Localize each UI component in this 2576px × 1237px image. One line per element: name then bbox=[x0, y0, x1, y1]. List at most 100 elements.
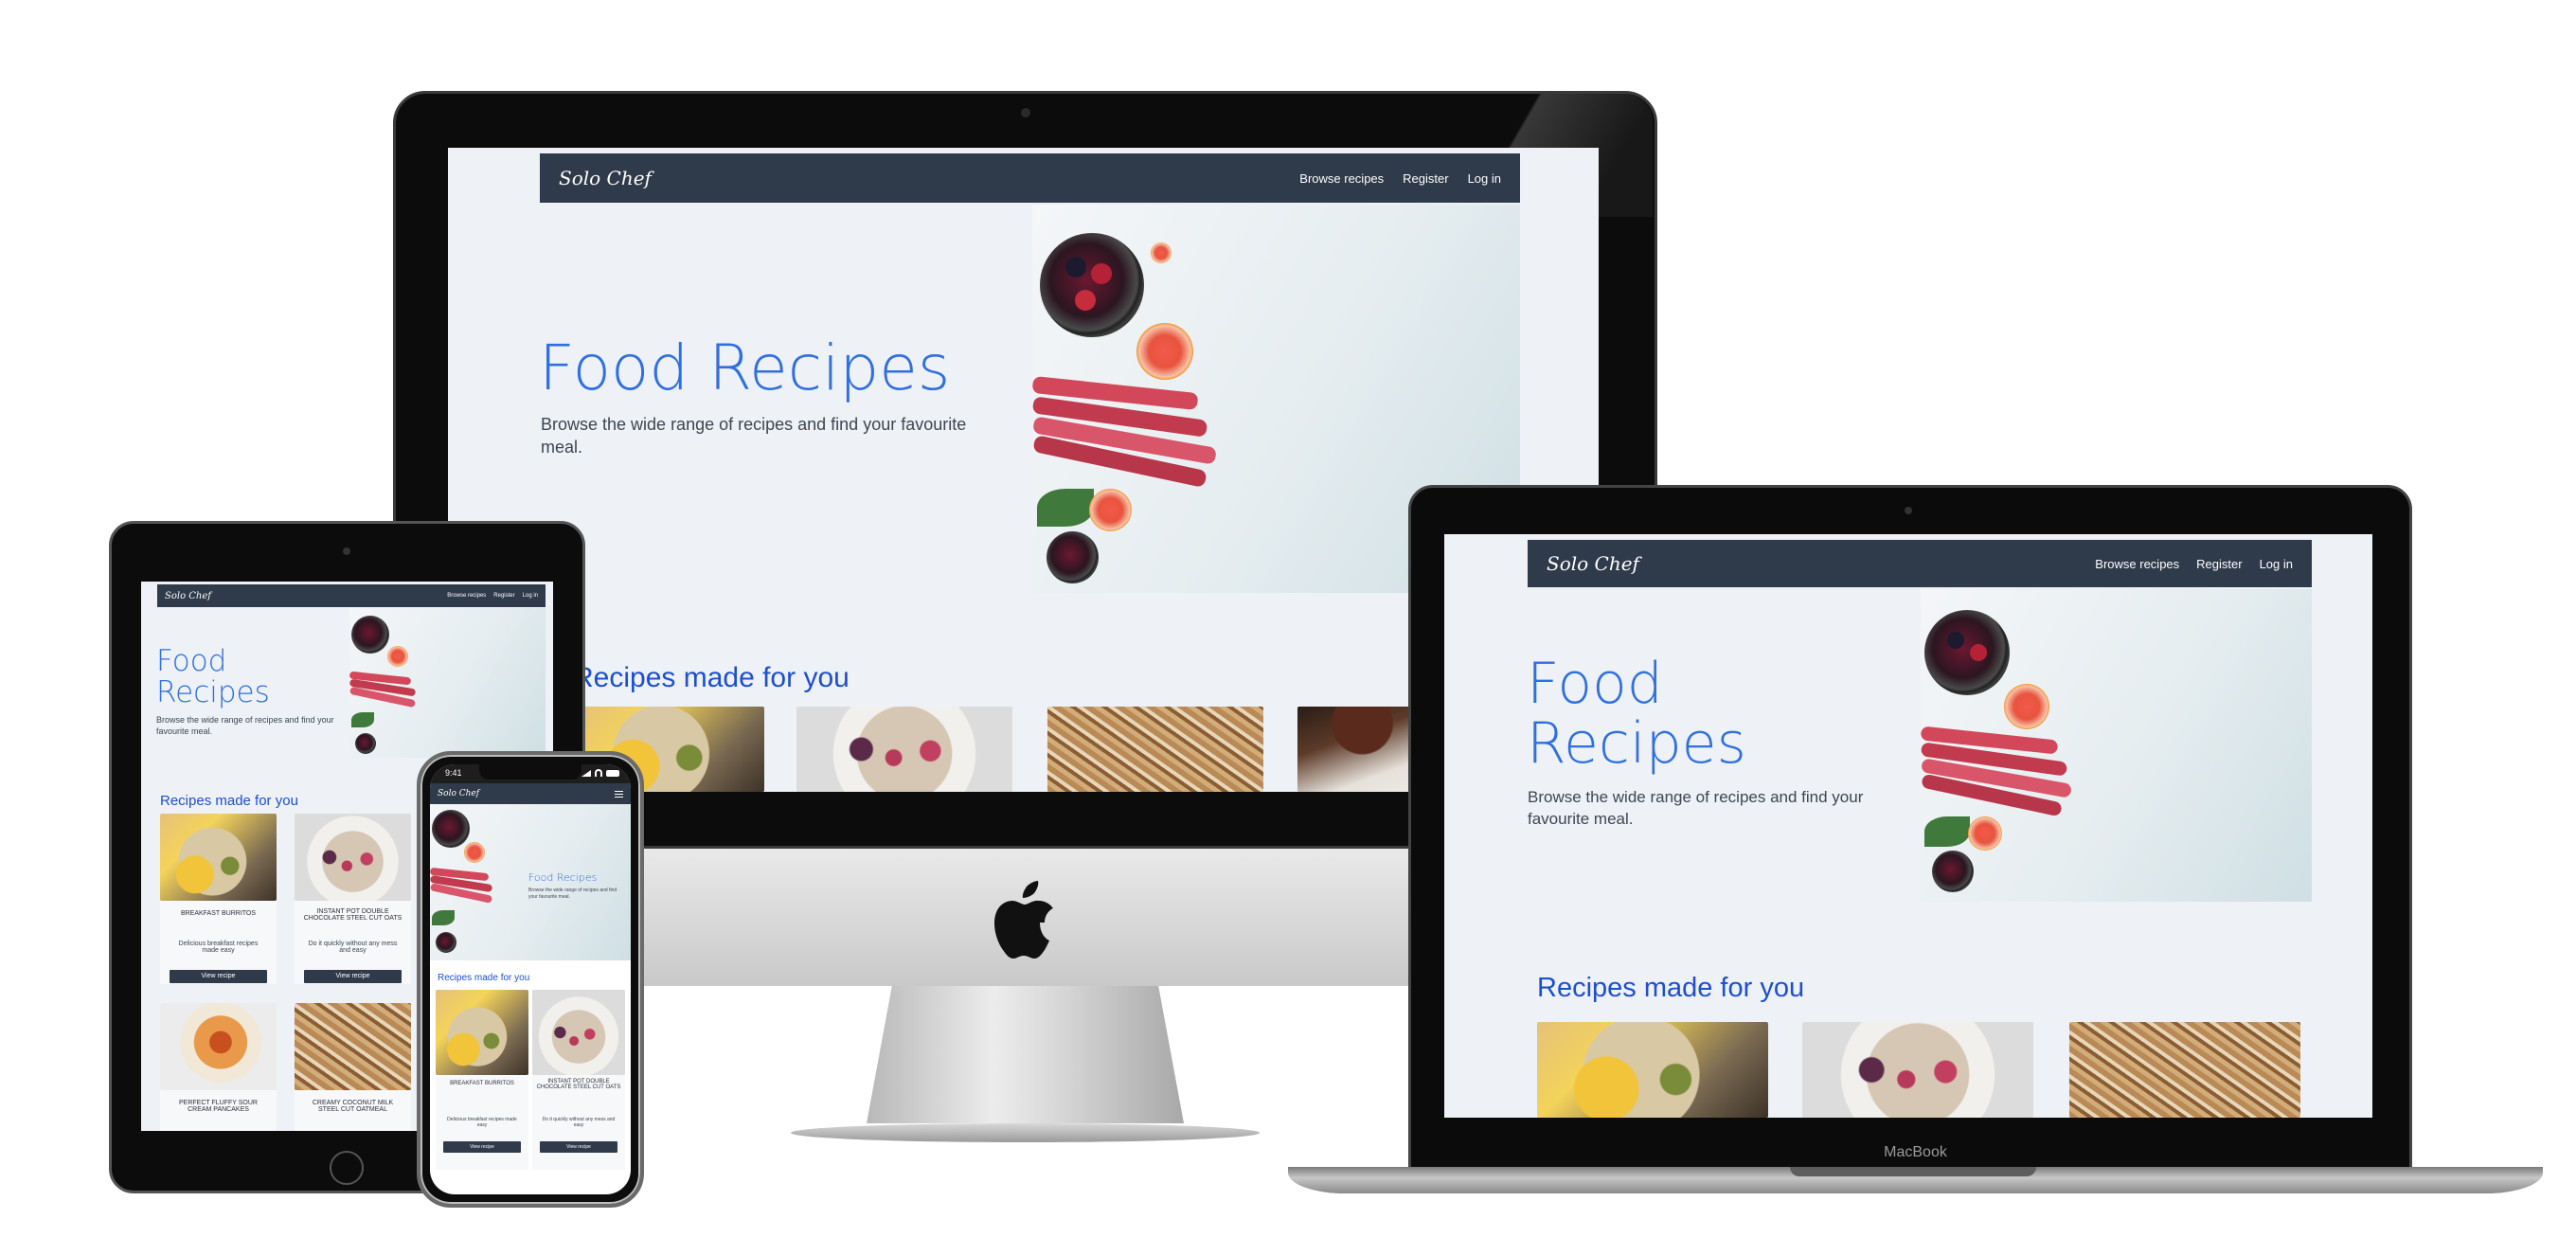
navbar: Solo Chef Browse recipes Register Log in bbox=[1528, 540, 2312, 587]
battery-icon bbox=[606, 770, 619, 777]
hero-subtitle: Browse the wide range of recipes and fin… bbox=[1528, 788, 1864, 828]
hero-image bbox=[349, 608, 546, 758]
nav-log-in[interactable]: Log in bbox=[1468, 171, 1501, 186]
recipe-card: INSTANT POT DOUBLE CHOCOLATE STEEL CUT O… bbox=[295, 814, 411, 984]
brand-logo[interactable]: Solo Chef bbox=[165, 591, 211, 601]
recipe-image-burrito[interactable] bbox=[1537, 1022, 1768, 1118]
section-title: Recipes made for you bbox=[1537, 973, 1805, 1003]
recipe-name: BREAKFAST BURRITOS bbox=[180, 910, 257, 917]
recipe-description: Delicious breakfast recipes made easy bbox=[178, 941, 259, 954]
recipe-card: CREAMY COCONUT MILK STEEL CUT OATMEAL bbox=[295, 1003, 411, 1131]
spice-bowl bbox=[1932, 851, 1974, 892]
macbook-label: MacBook bbox=[1884, 1144, 1947, 1160]
view-recipe-button[interactable]: View recipe bbox=[304, 970, 402, 983]
section-title: Recipes made for you bbox=[160, 793, 298, 809]
nav-log-in[interactable]: Log in bbox=[523, 593, 538, 599]
recipe-image-granola[interactable] bbox=[1047, 707, 1263, 792]
grapefruit-slice bbox=[1968, 816, 2002, 851]
berry bbox=[1075, 290, 1096, 311]
recipe-card: INSTANT POT DOUBLE CHOCOLATE STEEL CUT O… bbox=[532, 990, 625, 1170]
macbook-device: MacBook Solo Chef Browse recipes Registe… bbox=[1288, 481, 2543, 1196]
recipe-name: INSTANT POT DOUBLE CHOCOLATE STEEL CUT O… bbox=[303, 908, 402, 922]
hero-image: Food Recipes Browse the wide range of re… bbox=[430, 804, 631, 960]
leaf bbox=[1037, 489, 1094, 527]
leaf bbox=[351, 712, 374, 727]
nav-browse-recipes[interactable]: Browse recipes bbox=[2095, 557, 2179, 571]
berry bbox=[1947, 632, 1964, 649]
leaf bbox=[432, 910, 455, 925]
macbook-screen: Solo Chef Browse recipes Register Log in… bbox=[1444, 534, 2372, 1118]
recipe-description: Delicious breakfast recipes made easy bbox=[447, 1117, 517, 1128]
macbook-camera bbox=[1905, 507, 1912, 514]
hero-title: Food Recipes bbox=[156, 644, 270, 709]
nav-browse-recipes[interactable]: Browse recipes bbox=[447, 593, 486, 599]
leaf bbox=[1924, 816, 1970, 847]
recipe-image-pancake[interactable] bbox=[160, 1003, 277, 1090]
navbar: Solo Chef Browse recipes Register Log in bbox=[157, 584, 546, 607]
hero-subtitle: Browse the wide range of recipes and fin… bbox=[156, 715, 334, 737]
brand-logo[interactable]: Solo Chef bbox=[1547, 552, 1639, 575]
nav-register[interactable]: Register bbox=[493, 593, 514, 599]
nav-links: Browse recipes Register Log in bbox=[1299, 171, 1501, 186]
view-recipe-button[interactable]: View recipe bbox=[540, 1141, 617, 1153]
spice-bowl bbox=[436, 932, 456, 953]
section-title: Recipes made for you bbox=[573, 662, 850, 693]
imac-foot bbox=[791, 1123, 1260, 1142]
grapefruit-slice bbox=[464, 842, 485, 863]
navbar: Solo Chef bbox=[430, 783, 631, 804]
grapefruit-slice bbox=[387, 646, 408, 667]
recipe-image-oats[interactable] bbox=[1802, 1022, 2033, 1118]
phone-status-bar: 9:41 bbox=[430, 764, 631, 783]
recipe-image-burrito[interactable] bbox=[436, 990, 528, 1075]
recipe-card: BREAKFAST BURRITOS Delicious breakfast r… bbox=[160, 814, 277, 984]
berry-bowl bbox=[432, 810, 470, 848]
berry-bowl bbox=[1040, 233, 1144, 337]
nav-log-in[interactable]: Log in bbox=[2260, 557, 2293, 571]
brand-logo[interactable]: Solo Chef bbox=[438, 789, 479, 798]
berry-bowl bbox=[351, 616, 389, 654]
view-recipe-button[interactable]: View recipe bbox=[443, 1141, 521, 1153]
grapefruit-slice bbox=[1136, 323, 1193, 380]
hero-title: Food Recipes bbox=[539, 332, 951, 404]
recipe-image-oats[interactable] bbox=[295, 814, 411, 901]
nav-register[interactable]: Register bbox=[1403, 171, 1448, 186]
kumquat bbox=[1151, 242, 1172, 263]
berry-bowl bbox=[1924, 610, 2010, 695]
brand-logo[interactable]: Solo Chef bbox=[559, 167, 652, 189]
recipe-image-oats[interactable] bbox=[796, 707, 1012, 792]
recipe-name: PERFECT FLUFFY SOUR CREAM PANCAKES bbox=[179, 1100, 258, 1113]
nav-links: Browse recipes Register Log in bbox=[447, 593, 538, 599]
recipe-name: CREAMY COCONUT MILK STEEL CUT OATMEAL bbox=[312, 1100, 394, 1113]
phone-notch bbox=[479, 764, 581, 780]
recipe-card: PERFECT FLUFFY SOUR CREAM PANCAKES bbox=[160, 1003, 277, 1131]
grapefruit-slice bbox=[2004, 684, 2049, 729]
recipe-description: Do it quickly without any mess and easy bbox=[542, 1117, 616, 1128]
imac-camera bbox=[1021, 108, 1030, 117]
iphone-screen: 9:41 Solo Chef Food Recipes Browse the w… bbox=[430, 764, 631, 1194]
hero-title: Food Recipes bbox=[528, 871, 598, 884]
recipe-image-burrito[interactable] bbox=[160, 814, 277, 901]
hero-image bbox=[1921, 589, 2312, 902]
grapefruit-slice bbox=[1089, 489, 1132, 531]
berry bbox=[1065, 257, 1086, 278]
ipad-home-button[interactable] bbox=[330, 1151, 364, 1185]
hamburger-menu-icon[interactable] bbox=[615, 790, 623, 798]
nav-browse-recipes[interactable]: Browse recipes bbox=[1299, 171, 1384, 186]
spice-bowl bbox=[355, 733, 376, 754]
macbook-notch bbox=[1790, 1167, 2036, 1176]
recipe-name: BREAKFAST BURRITOS bbox=[450, 1081, 514, 1086]
view-recipe-button[interactable]: View recipe bbox=[170, 970, 267, 983]
hero-subtitle: Browse the wide range of recipes and fin… bbox=[541, 415, 967, 457]
iphone-device: 9:41 Solo Chef Food Recipes Browse the w… bbox=[417, 751, 644, 1208]
spice-bowl bbox=[1046, 531, 1099, 583]
recipe-image-oats[interactable] bbox=[532, 990, 625, 1075]
recipe-image-granola[interactable] bbox=[295, 1003, 411, 1090]
nav-register[interactable]: Register bbox=[2196, 557, 2242, 571]
recipe-card: BREAKFAST BURRITOS Delicious breakfast r… bbox=[436, 990, 528, 1170]
signal-icon bbox=[581, 770, 591, 777]
wifi-icon bbox=[595, 769, 602, 777]
imac-stand bbox=[867, 986, 1184, 1123]
recipe-image-granola[interactable] bbox=[2069, 1022, 2300, 1118]
hero-title: Food Recipes bbox=[1527, 651, 1746, 777]
section-title: Recipes made for you bbox=[438, 973, 530, 983]
